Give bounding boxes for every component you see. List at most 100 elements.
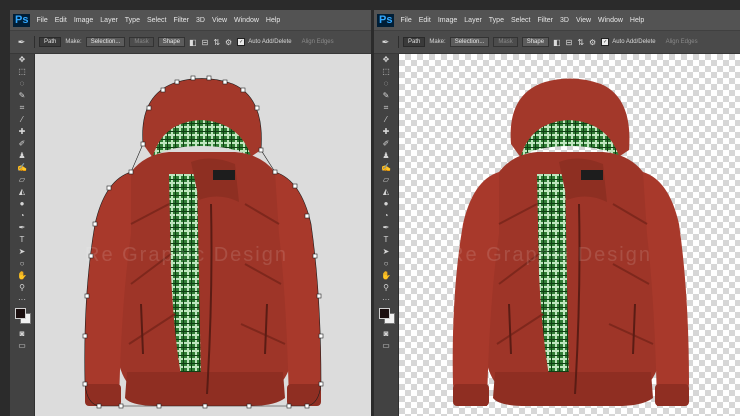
menu-edit[interactable]: Edit [419,17,431,24]
align-edges-label[interactable]: Align Edges [302,39,334,45]
quick-select-icon[interactable]: ✎ [374,90,398,102]
menu-layer[interactable]: Layer [100,17,118,24]
screenshot-frame: Ps File Edit Image Layer Type Select Fil… [0,0,740,416]
menu-view[interactable]: View [576,17,591,24]
move-icon[interactable]: ✥ [10,54,34,66]
make-mask-button[interactable]: Mask [129,37,154,47]
gear-icon[interactable]: ⚙ [589,38,596,47]
brush-icon[interactable]: ✐ [10,138,34,150]
menu-image[interactable]: Image [438,17,457,24]
pen-icon[interactable]: ✒ [374,222,398,234]
gear-icon[interactable]: ⚙ [225,38,232,47]
menu-help[interactable]: Help [266,17,280,24]
path-operations-icon[interactable]: ◧ [189,38,197,47]
menu-3d[interactable]: 3D [196,17,205,24]
clone-stamp-icon[interactable]: ♟ [374,150,398,162]
marquee-icon[interactable]: ⬚ [10,66,34,78]
path-select-icon[interactable]: ➤ [10,246,34,258]
photoshop-logo: Ps [13,13,31,27]
auto-add-delete-checkbox[interactable]: ✓ [237,38,246,46]
marquee-icon[interactable]: ⬚ [374,66,398,78]
healing-brush-icon[interactable]: ✚ [10,126,34,138]
zoom-icon[interactable]: ⚲ [10,282,34,294]
pen-icon[interactable]: ✒ [10,222,34,234]
type-icon[interactable]: T [374,234,398,246]
jacket-artwork-cutout [452,78,689,406]
menu-select[interactable]: Select [511,17,530,24]
eraser-icon[interactable]: ▱ [10,174,34,186]
blur-icon[interactable]: ● [10,198,34,210]
make-shape-button[interactable]: Shape [157,37,186,47]
clone-stamp-icon[interactable]: ♟ [10,150,34,162]
healing-brush-icon[interactable]: ✚ [374,126,398,138]
crop-icon[interactable]: ⌗ [374,102,398,114]
menu-filter[interactable]: Filter [537,17,553,24]
history-brush-icon[interactable]: ✍ [374,162,398,174]
menu-window[interactable]: Window [234,17,259,24]
quick-select-icon[interactable]: ✎ [10,90,34,102]
color-swatches[interactable] [374,306,398,328]
auto-add-delete-checkbox[interactable]: ✓ [601,38,610,46]
dodge-icon[interactable]: ◔ [374,210,398,222]
menu-select[interactable]: Select [147,17,166,24]
eyedropper-icon[interactable]: ⁄ [10,114,34,126]
document-canvas-result[interactable]: Re Graphic Design [399,54,740,416]
make-selection-button[interactable]: Selection... [85,37,126,47]
crop-icon[interactable]: ⌗ [10,102,34,114]
menu-help[interactable]: Help [630,17,644,24]
lasso-icon[interactable]: ◌ [10,78,34,90]
menu-window[interactable]: Window [598,17,623,24]
foreground-color-swatch[interactable] [15,308,26,319]
type-icon[interactable]: T [10,234,34,246]
more-tools-icon[interactable]: ··· [10,294,34,306]
quick-mask-icon[interactable]: ◙ [374,328,398,340]
menu-type[interactable]: Type [125,17,140,24]
align-edges-label[interactable]: Align Edges [666,39,698,45]
options-bar: ✒ Path Make: Selection... Mask Shape ◧ ⊟… [374,31,740,54]
path-arrangement-icon[interactable]: ⇅ [577,38,584,47]
eyedropper-icon[interactable]: ⁄ [374,114,398,126]
pen-tool-preset-icon[interactable]: ✒ [380,37,391,48]
dodge-icon[interactable]: ◔ [10,210,34,222]
tool-mode-select[interactable]: Path [39,37,62,47]
rectangle-icon[interactable]: ○ [374,258,398,270]
menu-file[interactable]: File [400,17,411,24]
path-alignment-icon[interactable]: ⊟ [202,38,209,47]
path-select-icon[interactable]: ➤ [374,246,398,258]
color-swatches[interactable] [10,306,34,328]
quick-mask-icon[interactable]: ◙ [10,328,34,340]
document-canvas-original[interactable]: Re Graphic Design [35,54,371,416]
screen-mode-icon[interactable]: ▭ [10,340,34,352]
history-brush-icon[interactable]: ✍ [10,162,34,174]
menu-image[interactable]: Image [74,17,93,24]
menu-file[interactable]: File [36,17,47,24]
brush-icon[interactable]: ✐ [374,138,398,150]
lasso-icon[interactable]: ◌ [374,78,398,90]
screen-mode-icon[interactable]: ▭ [374,340,398,352]
make-shape-button[interactable]: Shape [521,37,550,47]
make-mask-button[interactable]: Mask [493,37,518,47]
menu-edit[interactable]: Edit [55,17,67,24]
more-tools-icon[interactable]: ··· [374,294,398,306]
menu-filter[interactable]: Filter [173,17,189,24]
menu-view[interactable]: View [212,17,227,24]
rectangle-icon[interactable]: ○ [10,258,34,270]
path-alignment-icon[interactable]: ⊟ [566,38,573,47]
gradient-icon[interactable]: ◭ [374,186,398,198]
foreground-color-swatch[interactable] [379,308,390,319]
menu-type[interactable]: Type [489,17,504,24]
blur-icon[interactable]: ● [374,198,398,210]
pen-tool-preset-icon[interactable]: ✒ [16,37,27,48]
tool-mode-select[interactable]: Path [403,37,426,47]
make-selection-button[interactable]: Selection... [449,37,490,47]
hand-icon[interactable]: ✋ [10,270,34,282]
gradient-icon[interactable]: ◭ [10,186,34,198]
menu-layer[interactable]: Layer [464,17,482,24]
path-operations-icon[interactable]: ◧ [553,38,561,47]
hand-icon[interactable]: ✋ [374,270,398,282]
move-icon[interactable]: ✥ [374,54,398,66]
eraser-icon[interactable]: ▱ [374,174,398,186]
zoom-icon[interactable]: ⚲ [374,282,398,294]
path-arrangement-icon[interactable]: ⇅ [213,38,220,47]
menu-3d[interactable]: 3D [560,17,569,24]
